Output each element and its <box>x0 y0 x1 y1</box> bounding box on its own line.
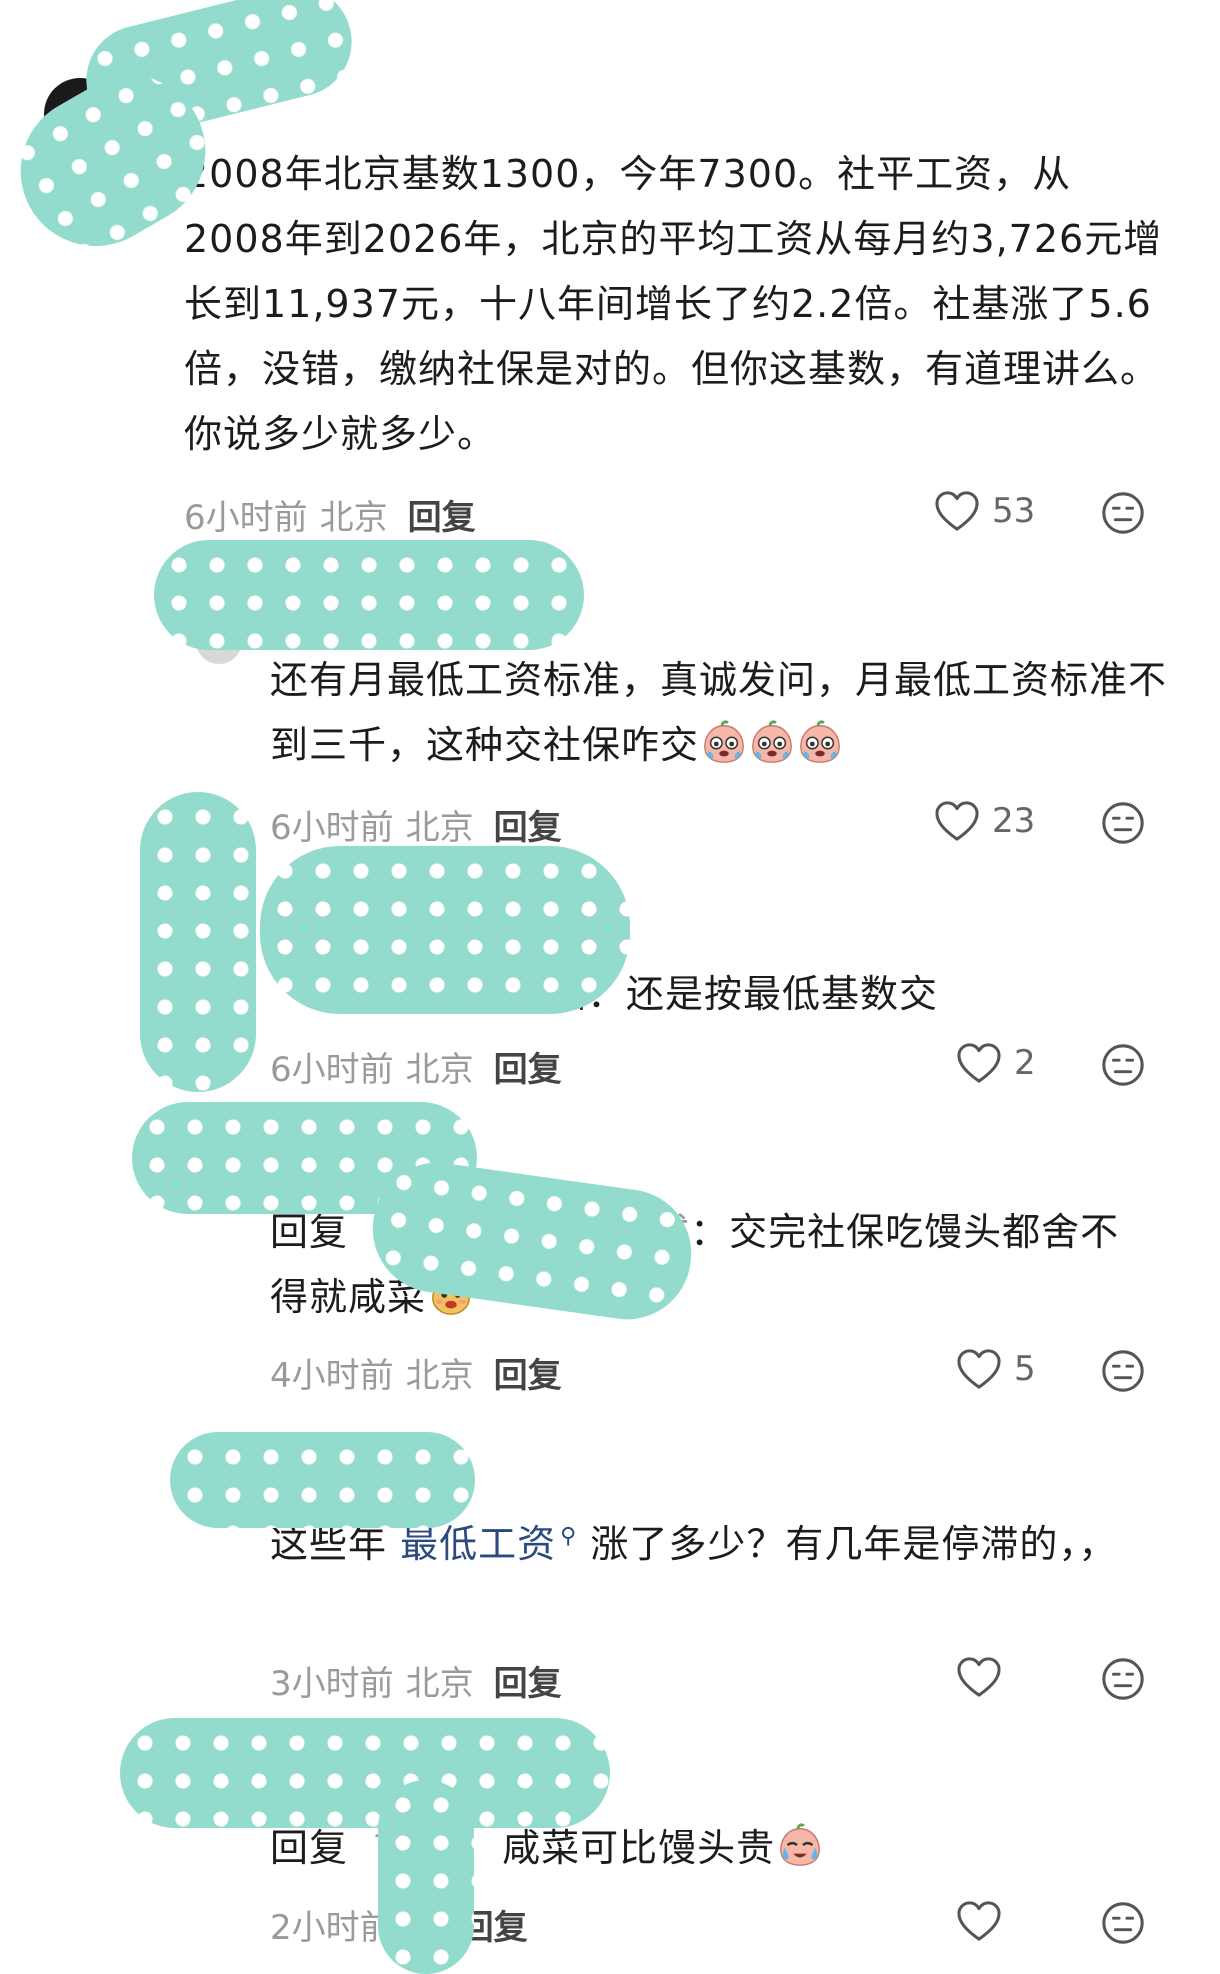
crying-emoji-icon <box>797 720 843 766</box>
heart-outline-icon <box>956 1656 1002 1698</box>
comment-time: 3小时前 <box>270 1664 394 1704</box>
search-link[interactable]: 最低工资 ⚲ <box>400 1522 577 1566</box>
like-count: 5 <box>1014 1349 1036 1389</box>
comment-time: 6小时前 <box>270 1050 394 1090</box>
reaction-button[interactable] <box>1100 1348 1146 1398</box>
comment-time: 6小时前 <box>184 498 308 538</box>
comment-text-line1: ：交完社保吃馒头都舍不 <box>690 1210 1120 1254</box>
comment-location: 北京 <box>405 1356 474 1396</box>
comment-text-content: 咸菜可比馒头贵 <box>502 1826 776 1870</box>
redaction-mark <box>378 1780 474 1974</box>
neutral-face-icon <box>1100 490 1146 536</box>
comment-location: 北京 <box>405 808 474 848</box>
like-count: 23 <box>992 801 1036 841</box>
reply-button[interactable]: 回复 <box>408 490 476 539</box>
search-icon: ⚲ <box>560 1524 578 1549</box>
neutral-face-icon <box>1100 1348 1146 1394</box>
reply-button[interactable]: 回复 <box>494 1348 562 1397</box>
comment-meta: 6小时前 北京 回复 <box>270 800 562 849</box>
reply-button[interactable]: 回复 <box>494 1656 562 1705</box>
comment-meta: 4小时前 北京 回复 <box>270 1348 562 1397</box>
comment-text: 还有月最低工资标准，真诚发问，月最低工资标准不到三千，这种交社保咋交 <box>270 648 1170 778</box>
redaction-mark <box>260 846 630 1014</box>
redaction-mark <box>170 1432 475 1528</box>
comment-meta: 6小时前 北京 回复 <box>270 1042 562 1091</box>
like-count: 2 <box>1014 1043 1036 1083</box>
redaction-mark <box>140 792 256 1092</box>
reply-prefix: 回复 <box>270 1210 349 1254</box>
like-button[interactable]: 23 <box>934 800 1035 842</box>
comment-time: 2小时前 <box>270 1908 394 1948</box>
reaction-button[interactable] <box>1100 1042 1146 1092</box>
reply-button[interactable]: 回复 <box>494 800 562 849</box>
comment-text: 瞄：还是按最低基数交 <box>548 962 1168 1027</box>
comment-location: 北京 <box>405 1050 474 1090</box>
comment-text-after: 涨了多少？有几年是停滞的，， <box>577 1522 1118 1566</box>
comment-time: 6小时前 <box>270 808 394 848</box>
search-link-text: 最低工资 <box>400 1522 557 1566</box>
comment-text: 2008年北京基数1300，今年7300。社平工资，从2008年到2026年，北… <box>184 152 1163 456</box>
comment-location: 北京 <box>319 498 388 538</box>
heart-outline-icon <box>934 800 980 842</box>
heart-outline-icon <box>956 1900 1002 1942</box>
comment-text-before: 这些年 <box>270 1522 401 1566</box>
reaction-button[interactable] <box>1100 1656 1146 1706</box>
heart-outline-icon <box>956 1042 1002 1084</box>
reaction-button[interactable] <box>1100 1900 1146 1950</box>
like-button[interactable]: 2 <box>956 1042 1036 1084</box>
comment-location: 北京 <box>405 1664 474 1704</box>
redaction-mark <box>154 540 584 650</box>
reply-button[interactable]: 回复 <box>494 1042 562 1091</box>
crying-emoji-icon <box>701 720 747 766</box>
like-count: 53 <box>992 491 1036 531</box>
sobbing-emoji-icon <box>777 1823 823 1869</box>
redaction-mark <box>120 1718 610 1828</box>
neutral-face-icon <box>1100 800 1146 846</box>
reaction-button[interactable] <box>1100 800 1146 850</box>
heart-outline-icon <box>934 490 980 532</box>
comment-text-content: 还是按最低基数交 <box>626 972 939 1016</box>
comment-time: 4小时前 <box>270 1356 394 1396</box>
neutral-face-icon <box>1100 1042 1146 1088</box>
crying-emoji-icon <box>749 720 795 766</box>
comment-meta: 3小时前 北京 回复 <box>270 1656 562 1705</box>
neutral-face-icon <box>1100 1900 1146 1946</box>
neutral-face-icon <box>1100 1656 1146 1702</box>
heart-outline-icon <box>956 1348 1002 1390</box>
like-button[interactable]: 5 <box>956 1348 1036 1390</box>
comment-meta: 6小时前 北京 回复 <box>184 490 476 539</box>
like-button[interactable] <box>956 1656 1014 1698</box>
like-button[interactable] <box>956 1900 1014 1942</box>
like-button[interactable]: 53 <box>934 490 1035 532</box>
reaction-button[interactable] <box>1100 490 1146 540</box>
reply-prefix: 回复 <box>270 1826 349 1870</box>
